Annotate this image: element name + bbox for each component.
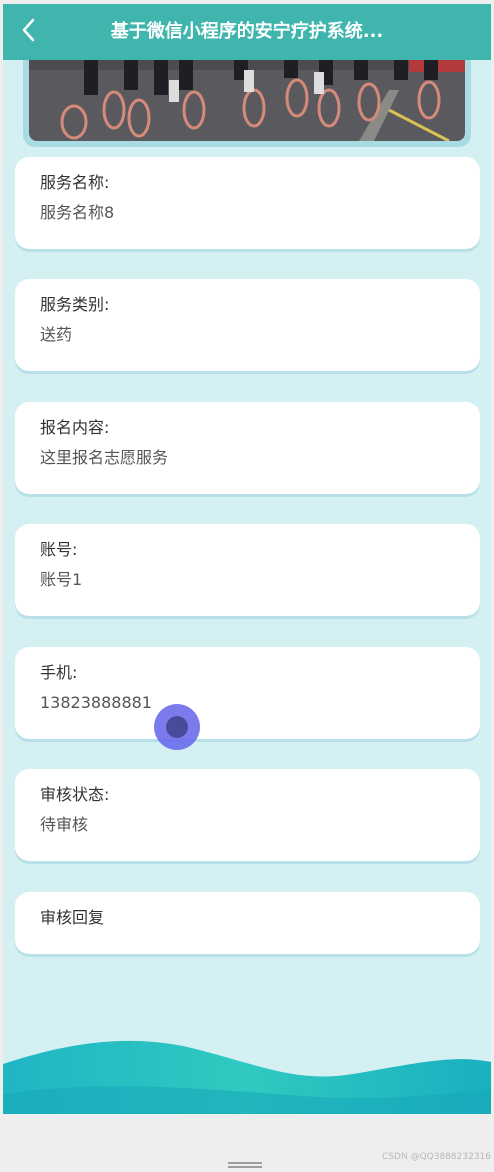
phone-card: 手机: 13823888881 [15, 647, 480, 739]
field-value: 13823888881 [40, 693, 152, 712]
field-label: 审核回复 [40, 908, 105, 927]
banner-image [29, 50, 465, 141]
app-screen: 基于微信小程序的安宁疗护系统... 服务名称: 服务名称8 服务类别: 送药 报… [3, 4, 491, 1114]
field-label: 手机: [40, 663, 78, 682]
watermark-text: CSDN @QQ3888232316 [382, 1152, 491, 1162]
field-value: 这里报名志愿服务 [40, 448, 169, 467]
nav-header: 基于微信小程序的安宁疗护系统... [3, 4, 491, 60]
review-status-card: 审核状态: 待审核 [15, 769, 480, 861]
chevron-left-icon [19, 16, 39, 48]
field-value: 账号1 [40, 570, 83, 589]
field-value: 待审核 [40, 815, 89, 834]
touch-indicator [154, 704, 200, 750]
field-label: 服务名称: [40, 173, 110, 192]
field-label: 报名内容: [40, 418, 110, 437]
page-title: 基于微信小程序的安宁疗护系统... [110, 21, 384, 42]
field-label: 审核状态: [40, 785, 110, 804]
field-value: 送药 [40, 325, 73, 344]
field-value: 服务名称8 [40, 203, 115, 222]
service-type-card: 服务类别: 送药 [15, 279, 480, 371]
wave-decoration [3, 1040, 491, 1114]
review-reply-card: 审核回复 [15, 892, 480, 954]
signup-content-card: 报名内容: 这里报名志愿服务 [15, 402, 480, 494]
service-name-card: 服务名称: 服务名称8 [15, 157, 480, 249]
back-button[interactable] [11, 12, 47, 52]
field-label: 账号: [40, 540, 78, 559]
field-label: 服务类别: [40, 295, 110, 314]
drag-handle[interactable] [228, 1162, 262, 1168]
account-card: 账号: 账号1 [15, 524, 480, 616]
